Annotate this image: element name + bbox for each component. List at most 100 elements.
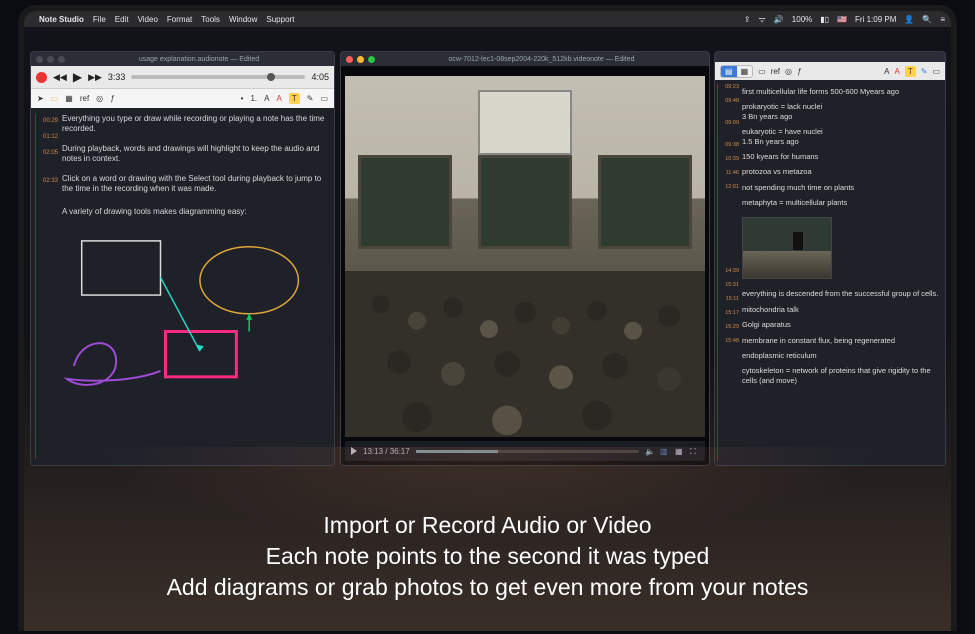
- volume-icon[interactable]: 🔊: [774, 15, 784, 24]
- note-text[interactable]: eukaryotic = have nuclei 1.5 Bn years ag…: [742, 124, 943, 149]
- record-button[interactable]: [36, 72, 47, 83]
- menu-window[interactable]: Window: [229, 15, 257, 24]
- wifi-icon[interactable]: ᯤ: [759, 14, 766, 25]
- ts[interactable]: 02:05: [40, 150, 58, 156]
- note-text[interactable]: cytoskeleton = network of proteins that …: [742, 363, 943, 388]
- ts[interactable]: 10:39: [721, 156, 739, 170]
- view-segmented[interactable]: ▤ ▦: [720, 65, 753, 78]
- shape-icon[interactable]: ▭: [320, 94, 328, 103]
- font-style-icon[interactable]: A: [264, 94, 269, 103]
- ffwd-button[interactable]: ▶▶: [88, 72, 102, 83]
- titlebar-right[interactable]: [715, 52, 945, 62]
- note-text[interactable]: Everything you type or draw while record…: [62, 114, 328, 135]
- note-text[interactable]: first multicellular life forms 500-600 M…: [742, 84, 943, 99]
- layout1-icon[interactable]: ▥: [660, 447, 669, 456]
- diagram-area[interactable]: [62, 233, 328, 403]
- note-text[interactable]: protozoa vs metazoa: [742, 164, 943, 179]
- playback-slider[interactable]: [131, 75, 305, 79]
- note-text[interactable]: everything is descended from the success…: [742, 286, 943, 301]
- ts[interactable]: 00:29: [40, 118, 58, 124]
- note-text[interactable]: membrane in constant flux, being regener…: [742, 333, 943, 348]
- ts[interactable]: 15:31: [721, 282, 739, 296]
- menu-video[interactable]: Video: [138, 15, 158, 24]
- note-text[interactable]: not spending much time on plants: [742, 180, 943, 195]
- volume-icon[interactable]: 🔈: [645, 447, 654, 456]
- shape-icon[interactable]: ▭: [932, 67, 940, 76]
- dropbox-icon[interactable]: ⇪: [744, 15, 751, 24]
- image-tool-icon[interactable]: ◎: [96, 94, 103, 103]
- function-tool-icon[interactable]: ƒ: [110, 94, 114, 103]
- chalkboard: [598, 155, 692, 249]
- note-text[interactable]: Golgi aparatus: [742, 317, 943, 332]
- ts[interactable]: 15:29: [721, 324, 739, 338]
- highlight-icon[interactable]: T: [905, 66, 916, 77]
- ts[interactable]: 15:48: [721, 338, 739, 352]
- font-color-icon[interactable]: A: [895, 67, 900, 76]
- titlebar-left[interactable]: usage explanation.audionote — Edited: [31, 52, 334, 66]
- note-text[interactable]: prokaryotic = lack nuclei 3 Bn years ago: [742, 99, 943, 124]
- ref-label[interactable]: ref: [771, 67, 780, 76]
- note-text[interactable]: A variety of drawing tools makes diagram…: [62, 207, 328, 217]
- traffic-max-icon[interactable]: [58, 56, 65, 63]
- traffic-close-icon[interactable]: [36, 56, 43, 63]
- traffic-min-icon[interactable]: [357, 56, 364, 63]
- note-thumbnail[interactable]: [742, 210, 943, 286]
- font-style-icon[interactable]: A: [884, 67, 889, 76]
- number-icon[interactable]: 1.: [250, 94, 257, 103]
- image-icon[interactable]: ◎: [785, 67, 792, 76]
- user-icon[interactable]: 👤: [904, 15, 914, 24]
- ts[interactable]: 14:39: [721, 268, 739, 282]
- ts[interactable]: 09:09: [721, 120, 739, 142]
- lecture-frame: [345, 76, 705, 437]
- ts[interactable]: [721, 198, 739, 268]
- traffic-min-icon[interactable]: [47, 56, 54, 63]
- ts[interactable]: 09:38: [721, 142, 739, 156]
- note-text[interactable]: 150 kyears for humans: [742, 149, 943, 164]
- spotlight-icon[interactable]: 🔍: [922, 15, 932, 24]
- menu-tools[interactable]: Tools: [201, 15, 220, 24]
- note-text[interactable]: mitochondria talk: [742, 302, 943, 317]
- play-button[interactable]: ▶: [73, 70, 82, 84]
- ts[interactable]: 01:12: [40, 134, 58, 140]
- indent-icon[interactable]: •: [241, 94, 244, 103]
- traffic-close-icon[interactable]: [346, 56, 353, 63]
- menu-file[interactable]: File: [93, 15, 106, 24]
- titlebar-video[interactable]: ocw-7012-lec1-08sep2004-220k_512kb.video…: [341, 52, 709, 66]
- video-area[interactable]: 13:13 / 36:17 🔈 ▥ ▦ ⛶: [341, 66, 709, 465]
- note-text[interactable]: Click on a word or drawing with the Sele…: [62, 174, 328, 195]
- cursor-tool-icon[interactable]: ➤: [37, 94, 44, 103]
- menu-icon[interactable]: ≡: [940, 15, 945, 24]
- play-button[interactable]: [351, 447, 357, 455]
- fullscreen-icon[interactable]: ⛶: [690, 447, 699, 456]
- flag-icon[interactable]: 🇺🇸: [837, 15, 847, 24]
- ts[interactable]: 02:33: [40, 178, 58, 184]
- ts[interactable]: 09:23: [721, 84, 739, 98]
- traffic-max-icon[interactable]: [368, 56, 375, 63]
- layout2-icon[interactable]: ▦: [675, 447, 684, 456]
- rewind-button[interactable]: ◀◀: [53, 72, 67, 83]
- attach-tool-icon[interactable]: ▦: [65, 94, 73, 103]
- function-icon[interactable]: ƒ: [797, 67, 801, 76]
- pen-icon[interactable]: ✎: [307, 94, 314, 103]
- highlight-icon[interactable]: T: [289, 93, 300, 104]
- note-tool-icon[interactable]: ▭: [51, 94, 59, 103]
- margin-line: [35, 114, 36, 459]
- note-text[interactable]: endoplasmic reticulum: [742, 348, 943, 363]
- app-name[interactable]: Note Studio: [39, 15, 84, 24]
- pen-icon[interactable]: ✎: [921, 67, 928, 76]
- menu-format[interactable]: Format: [167, 15, 192, 24]
- ts[interactable]: 09:48: [721, 98, 739, 120]
- font-color-icon[interactable]: A: [277, 94, 282, 103]
- video-scrubber[interactable]: [416, 450, 639, 453]
- ts[interactable]: 15:11: [721, 296, 739, 310]
- marketing-captions: Import or Record Audio or Video Each not…: [24, 510, 951, 603]
- menu-edit[interactable]: Edit: [115, 15, 129, 24]
- ts[interactable]: 15:17: [721, 310, 739, 324]
- ref-label[interactable]: ref: [80, 94, 89, 103]
- note-text[interactable]: During playback, words and drawings will…: [62, 144, 328, 165]
- note-text[interactable]: metaphyta = multicellular plants: [742, 195, 943, 210]
- ts[interactable]: 12:01: [721, 184, 739, 198]
- menu-support[interactable]: Support: [266, 15, 294, 24]
- ts[interactable]: 11:46: [721, 170, 739, 184]
- attach-icon[interactable]: ▭: [758, 67, 766, 76]
